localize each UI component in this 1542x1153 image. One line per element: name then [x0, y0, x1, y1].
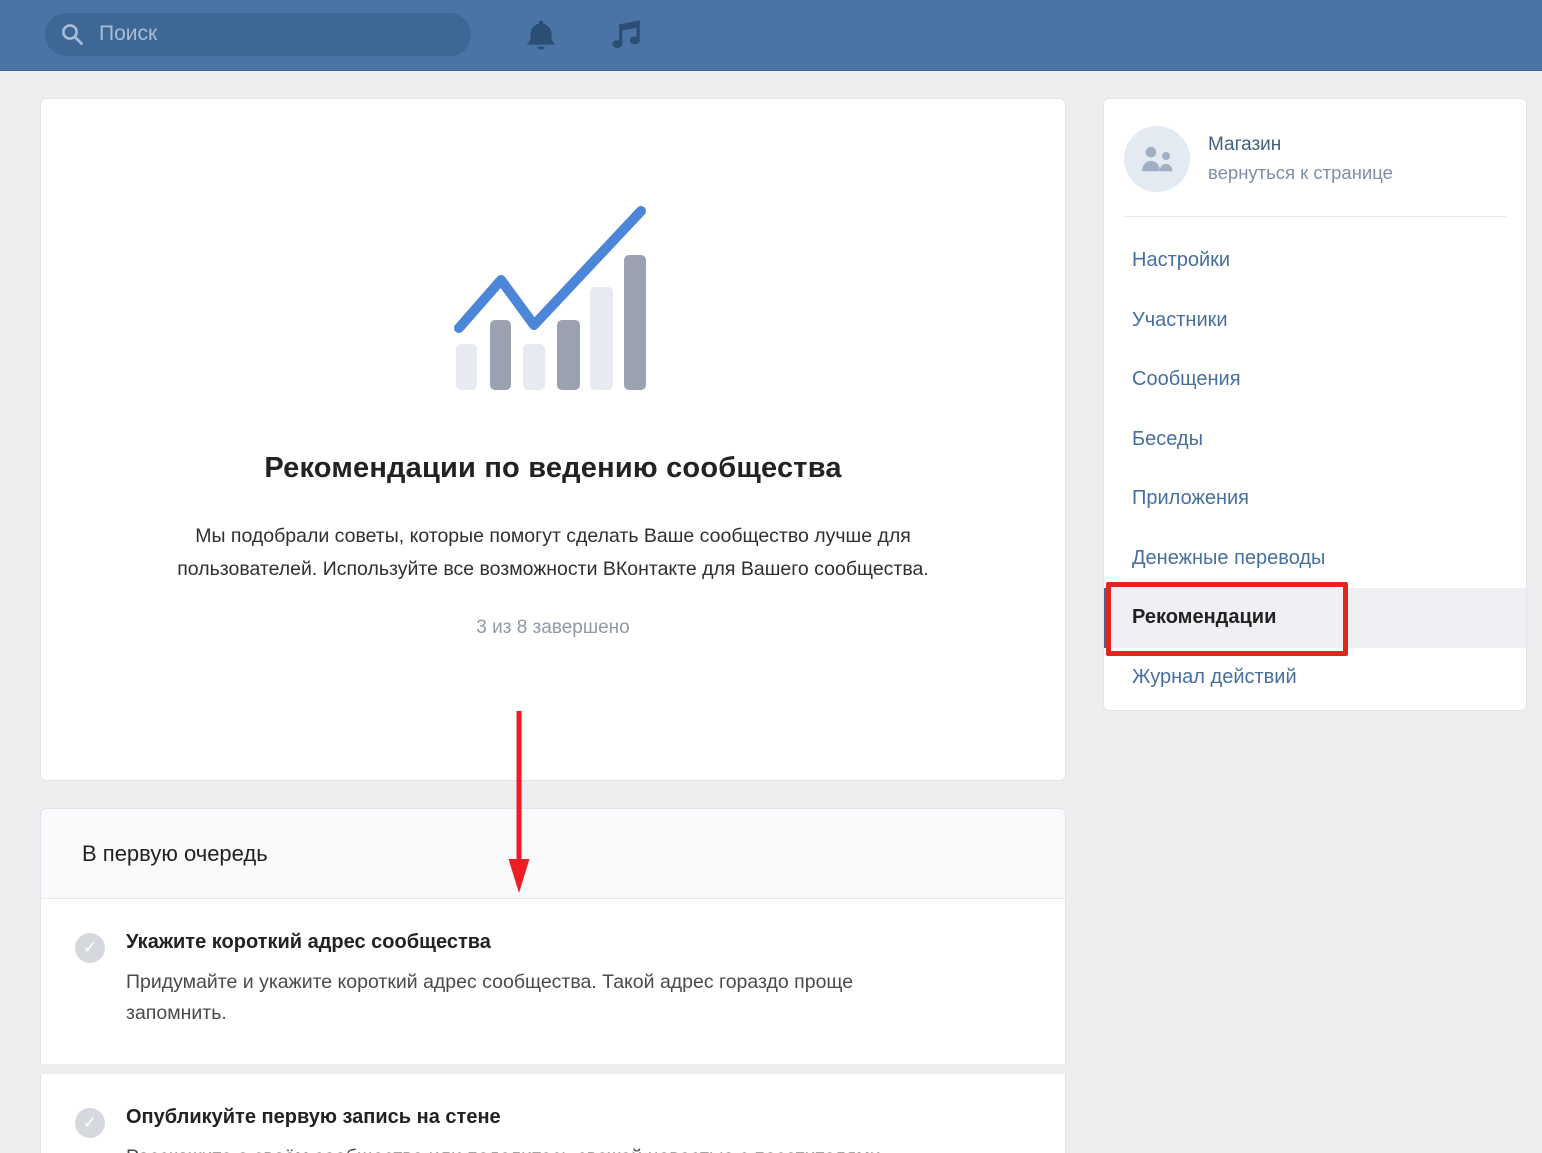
- bell-icon[interactable]: [522, 17, 560, 55]
- checklist-item-first-post: ✓ Опубликуйте первую запись на стене Рас…: [40, 1074, 1066, 1153]
- community-two-people-icon: [1140, 145, 1175, 174]
- community-avatar[interactable]: [1124, 126, 1190, 192]
- checklist-item-short-address: ✓ Укажите короткий адрес сообщества Прид…: [40, 899, 1066, 1064]
- sidebar-item-messages[interactable]: Сообщения: [1104, 350, 1526, 410]
- search-input[interactable]: [45, 13, 471, 56]
- community-name-link[interactable]: Магазин: [1208, 134, 1393, 156]
- progress-status: 3 из 8 завершено: [41, 617, 1065, 639]
- music-icon[interactable]: [607, 17, 645, 55]
- sidebar-item-apps[interactable]: Приложения: [1104, 469, 1526, 529]
- first-priority-section: В первую очередь ✓ Укажите короткий адре…: [40, 808, 1066, 1153]
- sidebar-item-members[interactable]: Участники: [1104, 291, 1526, 351]
- section-heading: В первую очередь: [82, 841, 268, 867]
- back-to-page-link[interactable]: вернуться к странице: [1208, 162, 1393, 184]
- community-profile-text: Магазин вернуться к странице: [1208, 134, 1393, 184]
- item-divider: [40, 1064, 1066, 1074]
- section-header: В первую очередь: [40, 808, 1066, 899]
- sidebar-item-settings[interactable]: Настройки: [1104, 231, 1526, 291]
- sidebar-item-money-transfers[interactable]: Денежные переводы: [1104, 529, 1526, 589]
- chart-illustration: [453, 205, 653, 395]
- checklist-item-description: Придумайте и укажите короткий адрес сооб…: [126, 967, 921, 1029]
- checklist-item-description: Расскажите о своём сообществе или подели…: [126, 1142, 881, 1153]
- search-field-wrap: [45, 13, 471, 56]
- sidebar-menu: Настройки Участники Сообщения Беседы При…: [1104, 217, 1526, 707]
- sidebar-item-action-log[interactable]: Журнал действий: [1104, 648, 1526, 708]
- check-icon: ✓: [75, 1108, 105, 1138]
- sidebar-item-recommendations[interactable]: Рекомендации: [1104, 588, 1526, 648]
- checklist-item-content: Опубликуйте первую запись на стене Расск…: [126, 1106, 881, 1153]
- sidebar-item-chats[interactable]: Беседы: [1104, 410, 1526, 470]
- topbar: [0, 0, 1542, 71]
- checklist-item-title[interactable]: Укажите короткий адрес сообщества: [126, 931, 921, 954]
- recommendations-hero-card: Рекомендации по ведению сообщества Мы по…: [40, 98, 1066, 781]
- checklist-item-content: Укажите короткий адрес сообщества Придум…: [126, 931, 921, 1029]
- page-description: Мы подобрали советы, которые помогут сде…: [148, 520, 958, 586]
- check-icon: ✓: [75, 933, 105, 963]
- community-sidebar: Магазин вернуться к странице Настройки У…: [1103, 98, 1527, 711]
- page-title: Рекомендации по ведению сообщества: [41, 452, 1065, 485]
- checklist-item-title[interactable]: Опубликуйте первую запись на стене: [126, 1106, 881, 1129]
- community-profile-row: Магазин вернуться к странице: [1104, 99, 1526, 216]
